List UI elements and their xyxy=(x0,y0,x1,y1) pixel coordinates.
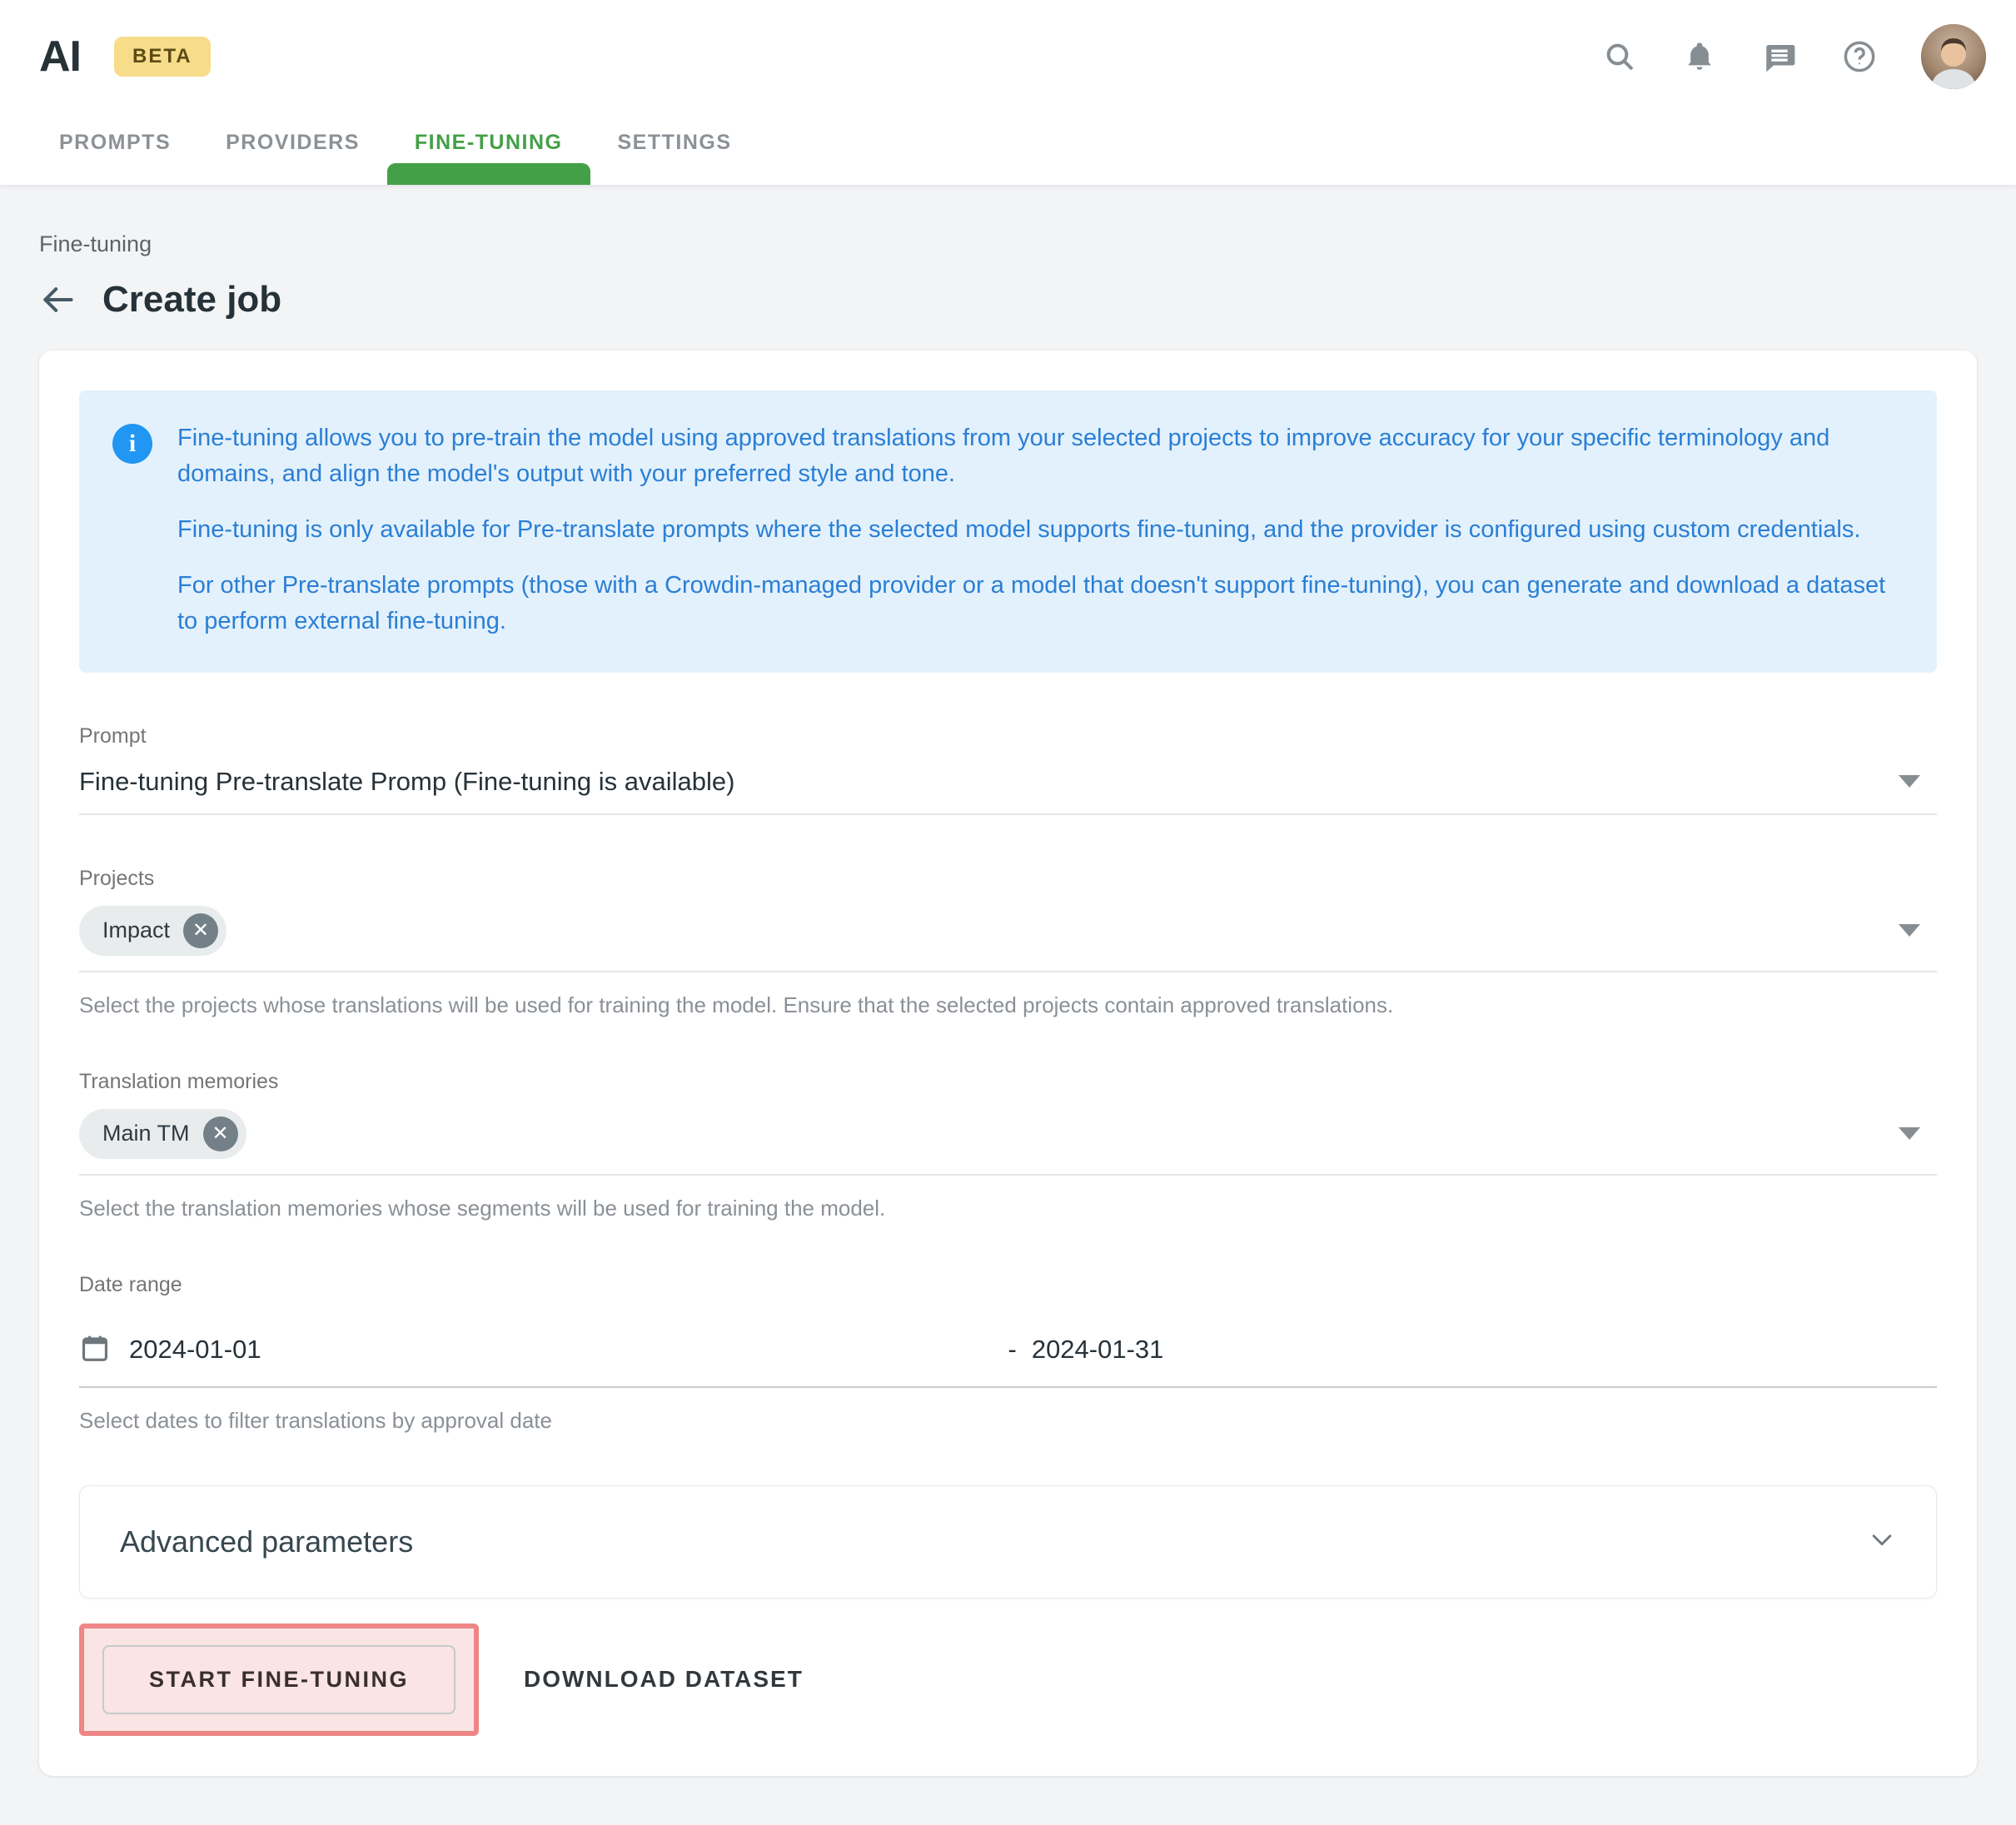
beta-badge: BETA xyxy=(114,37,211,77)
back-arrow-icon[interactable] xyxy=(39,281,76,318)
user-avatar[interactable] xyxy=(1921,24,1986,89)
create-job-card: i Fine-tuning allows you to pre-train th… xyxy=(39,351,1977,1776)
chevron-down-icon xyxy=(1868,1525,1896,1558)
header-actions xyxy=(1601,24,1986,89)
caret-down-icon xyxy=(1899,924,1920,937)
date-range-field: Date range 2024-01-01 - 2024-01-31 Selec… xyxy=(79,1273,1937,1434)
actions-row: START FINE-TUNING DOWNLOAD DATASET xyxy=(79,1624,1937,1736)
projects-label: Projects xyxy=(79,867,1937,891)
project-chip: Impact ✕ xyxy=(79,906,226,956)
project-chip-remove-icon[interactable]: ✕ xyxy=(183,913,218,948)
date-start-value: 2024-01-01 xyxy=(129,1335,261,1365)
tab-prompts[interactable]: PROMPTS xyxy=(32,122,198,163)
info-icon: i xyxy=(112,424,152,464)
date-range-row: 2024-01-01 - 2024-01-31 xyxy=(79,1310,1937,1388)
page-bottom-spacer xyxy=(0,1776,2016,1825)
project-chip-label: Impact xyxy=(102,917,170,943)
tm-chip: Main TM ✕ xyxy=(79,1109,246,1159)
translation-memories-helper-text: Select the translation memories whose se… xyxy=(79,1196,1937,1221)
app-logo: AI xyxy=(39,35,81,78)
calendar-icon xyxy=(79,1332,111,1368)
translation-memories-field: Translation memories Main TM ✕ Select th… xyxy=(79,1070,1937,1221)
info-box: i Fine-tuning allows you to pre-train th… xyxy=(79,390,1937,673)
advanced-parameters-accordion[interactable]: Advanced parameters xyxy=(79,1485,1937,1599)
caret-down-icon xyxy=(1899,1127,1920,1140)
translation-memories-select[interactable]: Main TM ✕ xyxy=(79,1094,1937,1176)
projects-field: Projects Impact ✕ Select the projects wh… xyxy=(79,867,1937,1018)
info-paragraph-2: Fine-tuning is only available for Pre-tr… xyxy=(177,512,1900,548)
prompt-label: Prompt xyxy=(79,724,1937,748)
advanced-parameters-label: Advanced parameters xyxy=(120,1524,413,1559)
date-range-label: Date range xyxy=(79,1273,1937,1297)
breadcrumb: Fine-tuning xyxy=(39,231,1977,257)
page-title: Create job xyxy=(102,279,281,321)
tab-settings[interactable]: SETTINGS xyxy=(590,122,759,163)
translation-memories-label: Translation memories xyxy=(79,1070,1937,1094)
projects-select[interactable]: Impact ✕ xyxy=(79,891,1937,972)
date-range-helper-text: Select dates to filter translations by a… xyxy=(79,1408,1937,1434)
header-top-row: AI BETA xyxy=(0,0,2016,92)
main-tabs: PROMPTS PROVIDERS FINE-TUNING SETTINGS xyxy=(0,122,2016,163)
tm-chip-label: Main TM xyxy=(102,1121,190,1146)
info-box-text: Fine-tuning allows you to pre-train the … xyxy=(177,420,1900,639)
page-head: Fine-tuning Create job xyxy=(0,185,2016,321)
tm-chip-remove-icon[interactable]: ✕ xyxy=(203,1116,238,1151)
title-row: Create job xyxy=(39,279,1977,321)
action-highlight-box: START FINE-TUNING xyxy=(79,1624,479,1736)
date-end-value: 2024-01-31 xyxy=(1032,1335,1164,1365)
tab-providers[interactable]: PROVIDERS xyxy=(198,122,387,163)
prompt-value: Fine-tuning Pre-translate Promp (Fine-tu… xyxy=(79,767,734,797)
date-start-input[interactable]: 2024-01-01 xyxy=(79,1332,1008,1368)
prompt-field: Prompt Fine-tuning Pre-translate Promp (… xyxy=(79,724,1937,815)
info-paragraph-3: For other Pre-translate prompts (those w… xyxy=(177,568,1900,639)
projects-helper-text: Select the projects whose translations w… xyxy=(79,992,1937,1018)
search-icon[interactable] xyxy=(1601,38,1638,75)
prompt-select[interactable]: Fine-tuning Pre-translate Promp (Fine-tu… xyxy=(79,748,1937,815)
info-paragraph-1: Fine-tuning allows you to pre-train the … xyxy=(177,420,1900,492)
start-fine-tuning-button[interactable]: START FINE-TUNING xyxy=(102,1645,455,1714)
tab-fine-tuning[interactable]: FINE-TUNING xyxy=(387,122,590,163)
help-icon[interactable] xyxy=(1841,38,1878,75)
download-dataset-button[interactable]: DOWNLOAD DATASET xyxy=(524,1666,804,1693)
app-header: AI BETA xyxy=(0,0,2016,185)
date-end-input[interactable]: - 2024-01-31 xyxy=(1008,1335,1164,1365)
notifications-bell-icon[interactable] xyxy=(1681,38,1718,75)
date-separator: - xyxy=(1008,1335,1017,1365)
messages-chat-icon[interactable] xyxy=(1761,38,1798,75)
caret-down-icon xyxy=(1899,775,1920,788)
